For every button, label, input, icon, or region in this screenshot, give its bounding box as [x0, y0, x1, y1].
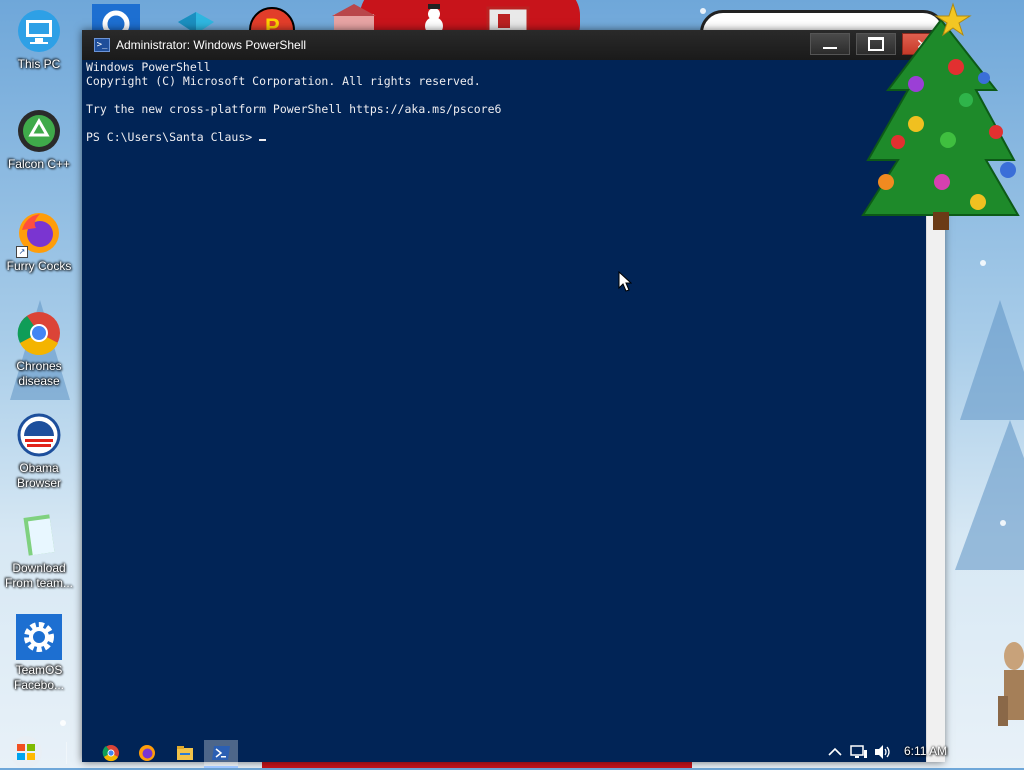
desktop-icon-label: Falcon C++: [7, 157, 71, 171]
desktop-icon-label: Download From team...: [4, 561, 73, 590]
start-button[interactable]: [8, 734, 44, 770]
recycle-icon: [18, 110, 60, 152]
desktop-icon-label: This PC: [17, 57, 61, 71]
window-title: Administrator: Windows PowerShell: [116, 38, 307, 52]
shortcut-arrow-icon: ↗: [16, 246, 28, 258]
console-line: Try the new cross-platform PowerShell ht…: [86, 102, 502, 116]
desktop-icon-teamos[interactable]: TeamOS Facebo...: [2, 614, 76, 693]
taskbar-explorer-button[interactable]: [168, 740, 202, 766]
desktop-icon-obama-browser[interactable]: Obama Browser: [2, 412, 76, 491]
powershell-icon: >_: [94, 38, 110, 52]
powershell-icon: [212, 746, 230, 760]
wallpaper-figure: [998, 642, 1024, 726]
show-hidden-icons-button[interactable]: [826, 744, 844, 760]
minimize-button[interactable]: [810, 33, 850, 55]
snowflake: [700, 8, 706, 14]
desktop-icon-label: Furry Cocks: [6, 259, 72, 273]
snowflake: [1000, 520, 1006, 526]
desktop-icon-this-pc[interactable]: This PC: [2, 8, 76, 72]
taskbar-clock[interactable]: 6:11 AM: [904, 744, 947, 758]
desktop-icon-download[interactable]: Download From team...: [2, 512, 76, 591]
desktop-icon-label: Obama Browser: [16, 461, 61, 490]
desktop-icon-firefox[interactable]: ↗ Furry Cocks: [2, 210, 76, 274]
network-icon: [850, 745, 867, 758]
powershell-window[interactable]: >_ Administrator: Windows PowerShell ✕ W…: [82, 30, 945, 762]
volume-button[interactable]: [874, 744, 892, 760]
snowflake: [980, 260, 986, 266]
desktop-icon-label: TeamOS Facebo...: [13, 663, 65, 692]
network-button[interactable]: [850, 744, 868, 760]
gear-icon: [16, 614, 62, 660]
chevron-up-icon: [828, 747, 842, 756]
computer-icon: [18, 10, 60, 52]
console-output[interactable]: Windows PowerShell Copyright (C) Microso…: [82, 60, 926, 762]
chrome-icon: [102, 745, 119, 762]
desktop-icon-label: Chrones disease: [16, 359, 62, 388]
console-line: Windows PowerShell: [86, 60, 211, 74]
notepad-icon: [23, 514, 55, 556]
firefox-icon: [139, 745, 155, 761]
taskbar-chrome-button[interactable]: [94, 740, 128, 766]
mouse-pointer-icon: [618, 271, 632, 292]
wallpaper-tree-silhouette: [955, 420, 1024, 570]
window-titlebar[interactable]: >_ Administrator: Windows PowerShell ✕: [82, 30, 944, 60]
speaker-icon: [875, 745, 890, 759]
christmas-tree-decoration: [861, 2, 1020, 230]
taskbar-firefox-button[interactable]: [130, 740, 164, 766]
minimize-icon: [823, 47, 837, 49]
prompt-line[interactable]: PS C:\Users\Santa Claus>: [86, 130, 922, 144]
wallpaper-tree-silhouette: [960, 300, 1024, 420]
taskbar-separator: [66, 742, 67, 764]
taskbar-powershell-button[interactable]: [204, 740, 238, 768]
snowflake: [60, 720, 66, 726]
desktop-icon-falcon[interactable]: Falcon C++: [2, 108, 76, 172]
prompt-text: PS C:\Users\Santa Claus>: [86, 130, 260, 144]
desktop-icon-chrome[interactable]: Chrones disease: [2, 310, 76, 389]
file-explorer-icon: [177, 746, 193, 760]
obama-logo-icon: [17, 413, 61, 457]
console-line: Copyright (C) Microsoft Corporation. All…: [86, 74, 481, 88]
text-cursor: [259, 139, 267, 141]
chrome-icon: [17, 312, 60, 356]
